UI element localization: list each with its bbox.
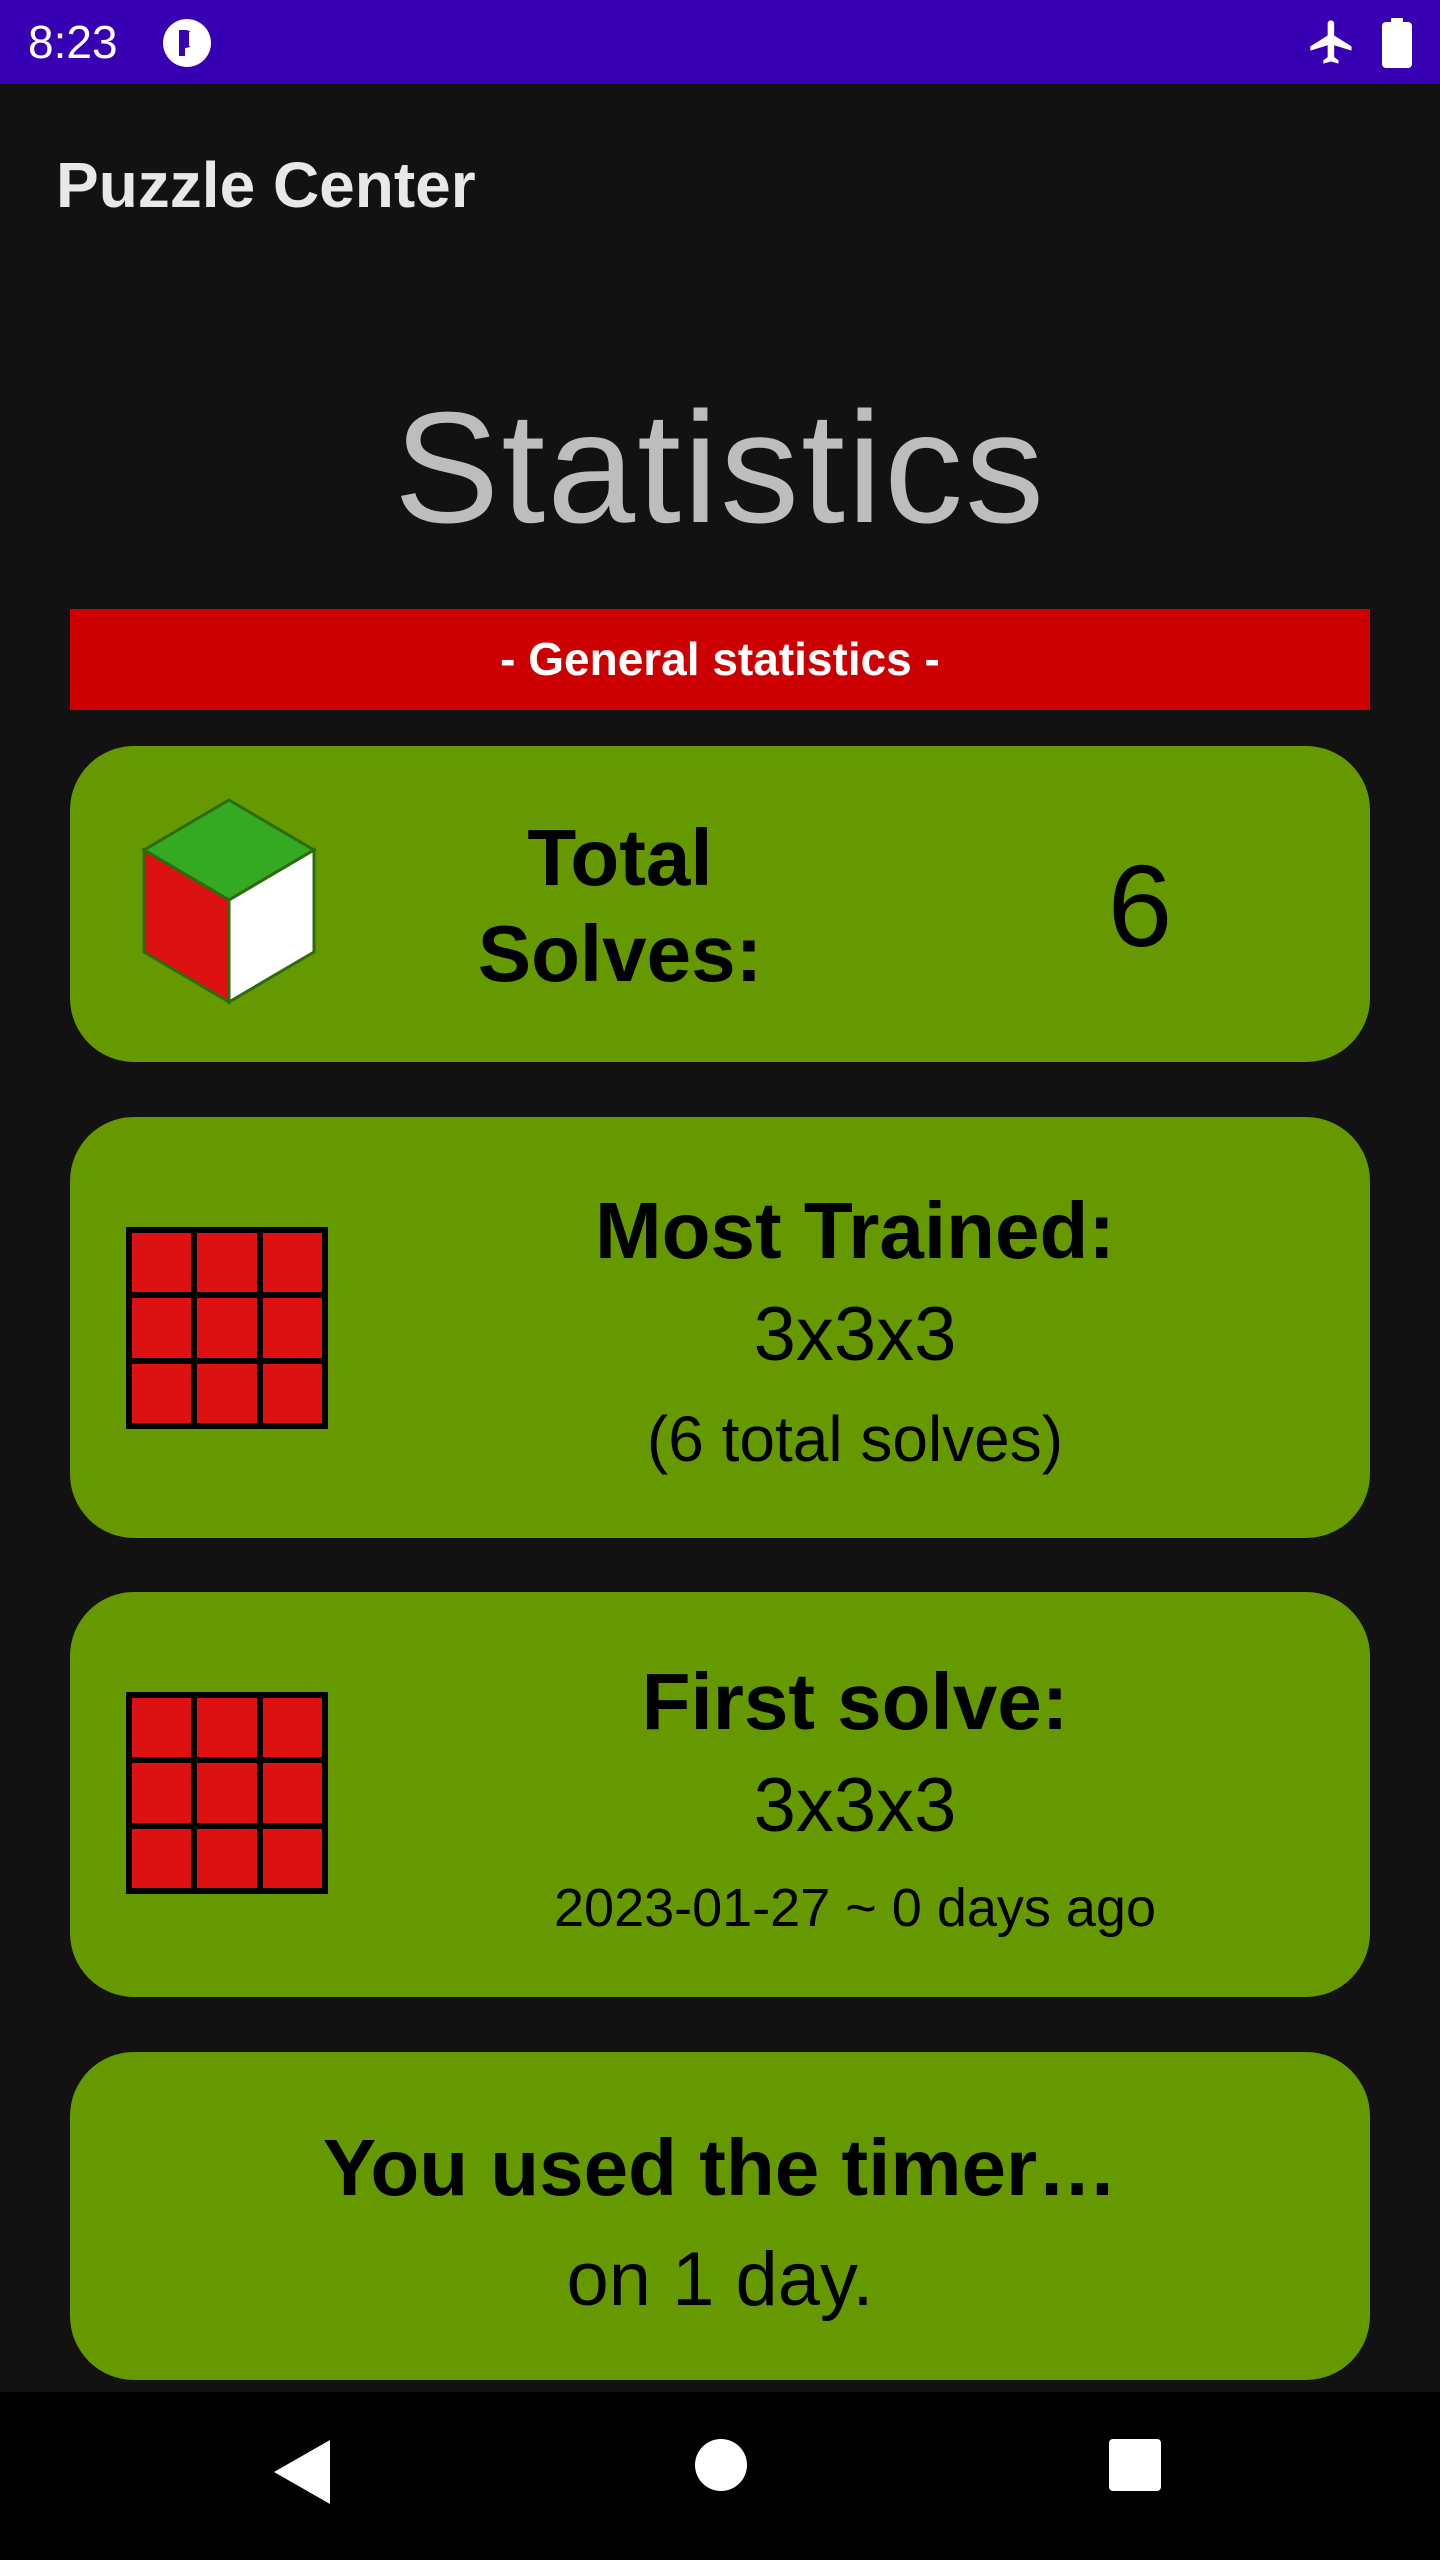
first-solve-card: First solve: 3x3x3 2023-01-27 ~ 0 days a…: [70, 1592, 1370, 1997]
status-time: 8:23: [28, 16, 118, 68]
total-solves-label: Total Solves:: [477, 813, 763, 998]
grid-3x3-icon: [126, 1227, 328, 1429]
first-solve-date: 2023-01-27 ~ 0 days ago: [554, 1878, 1156, 1938]
recents-icon[interactable]: [1108, 2438, 1162, 2492]
most-trained-puzzle: 3x3x3: [753, 1292, 957, 1377]
total-solves-value: 6: [1107, 841, 1173, 971]
navigation-bar: [0, 2392, 1440, 2560]
back-icon[interactable]: [270, 2436, 334, 2508]
total-solves-card: Total Solves: 6: [70, 746, 1370, 1062]
battery-icon: [1382, 18, 1412, 68]
first-solve-puzzle: 3x3x3: [753, 1763, 957, 1848]
first-solve-text: First solve: 3x3x3 2023-01-27 ~ 0 days a…: [390, 1654, 1320, 1954]
status-bar: 8:23: [0, 0, 1440, 84]
app-title: Puzzle Center: [56, 149, 476, 221]
timer-days-title: You used the timer…: [322, 2123, 1118, 2212]
most-trained-card: Most Trained: 3x3x3 (6 total solves): [70, 1117, 1370, 1538]
timer-days-text: You used the timer… on 1 day.: [70, 2114, 1370, 2338]
airplane-mode-icon: [1310, 20, 1352, 64]
app-notification-icon: [163, 19, 211, 67]
section-header: - General statistics -: [70, 609, 1370, 710]
page-heading: Statistics: [393, 380, 1047, 556]
grid-3x3-icon: [126, 1692, 328, 1894]
most-trained-text: Most Trained: 3x3x3 (6 total solves): [390, 1183, 1320, 1487]
cube-icon: [141, 798, 317, 1005]
most-trained-title: Most Trained:: [594, 1186, 1116, 1275]
first-solve-title: First solve:: [641, 1657, 1069, 1746]
timer-days-value: on 1 day.: [566, 2237, 874, 2322]
home-icon[interactable]: [694, 2438, 748, 2492]
timer-days-card: You used the timer… on 1 day.: [70, 2052, 1370, 2380]
most-trained-detail: (6 total solves): [646, 1403, 1064, 1475]
